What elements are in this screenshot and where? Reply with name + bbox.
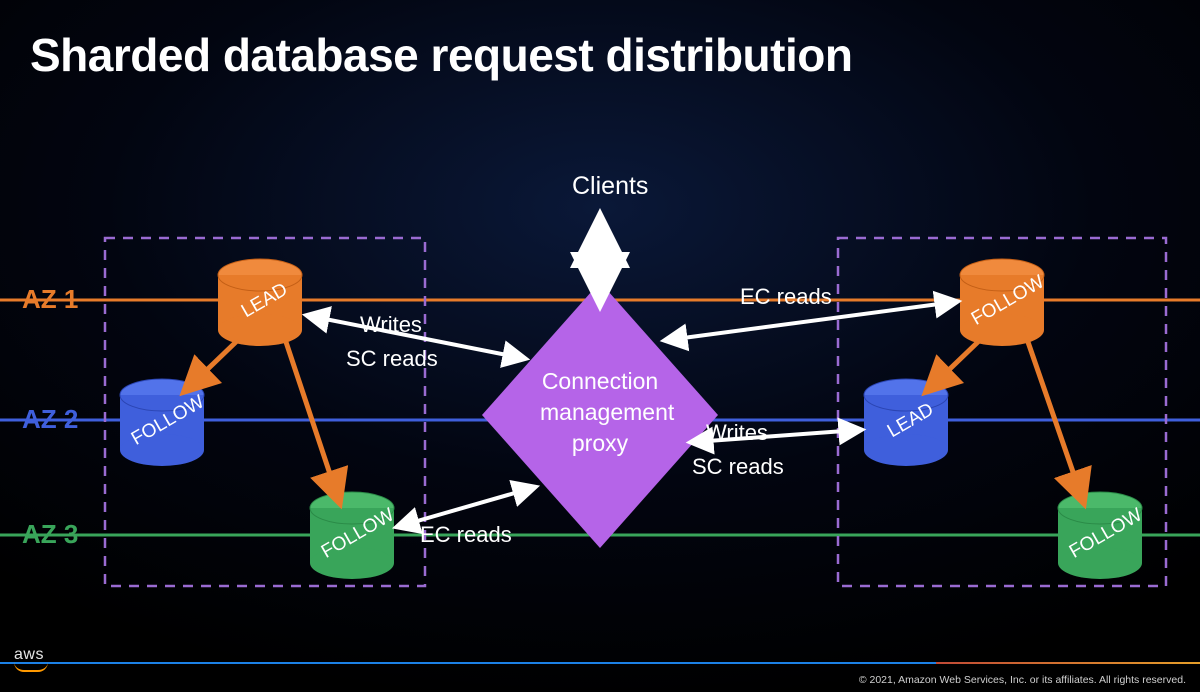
arrow-left-ecreads [400,488,532,526]
copyright-text: © 2021, Amazon Web Services, Inc. or its… [859,674,1186,686]
proxy-line3: proxy [572,430,628,456]
proxy-line2: management [540,399,674,425]
az1-label: AZ 1 [22,284,78,315]
repl-left-to-az2 [188,340,238,388]
footer-accent-line [0,662,1200,664]
slide: Sharded database request distribution [0,0,1200,692]
left-writes-label: Writes [360,312,422,338]
right-screads-label: SC reads [692,454,784,480]
aws-logo: aws [14,646,48,672]
proxy-line1: Connection [542,368,658,394]
az2-label: AZ 2 [22,404,78,435]
right-writes-label: Writes [706,420,768,446]
az3-label: AZ 3 [22,519,78,550]
aws-smile-icon [14,662,48,672]
aws-logo-text: aws [14,646,44,663]
proxy-text: Connection management proxy [540,366,660,459]
diagram-canvas [0,0,1200,692]
clients-label: Clients [572,172,648,201]
repl-right-to-az2 [930,340,980,388]
left-screads-label: SC reads [346,346,438,372]
left-ecreads-label: EC reads [420,522,512,548]
right-ecreads-label: EC reads [740,284,832,310]
